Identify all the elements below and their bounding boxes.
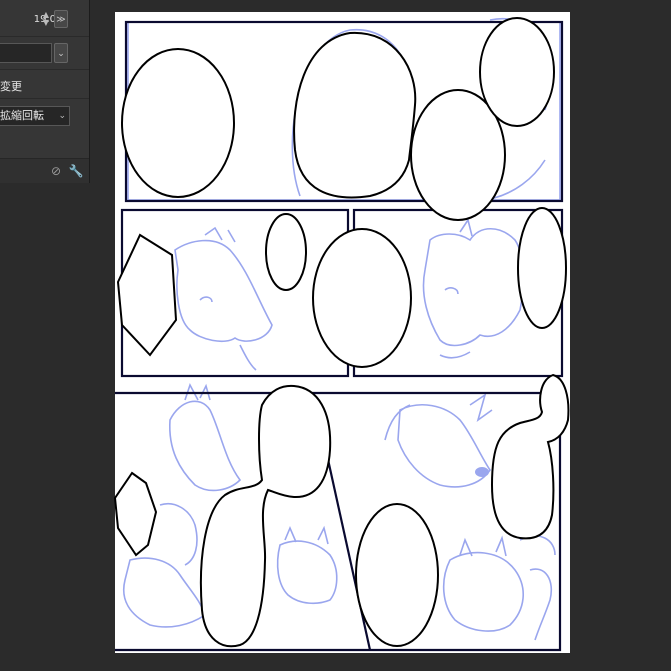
- speech-bubble: [490, 373, 570, 540]
- horse-nose-sketch: [475, 467, 489, 477]
- speech-bubble: [113, 471, 158, 557]
- speech-bubble: [121, 48, 235, 198]
- horse-sketch: [442, 551, 525, 632]
- canvas-artwork: [113, 17, 570, 652]
- sketch-bubble: [159, 503, 198, 566]
- speech-bubble: [355, 503, 439, 647]
- speech-bubble: [479, 17, 555, 127]
- speech-bubble: [293, 31, 417, 199]
- horse-sketch: [169, 400, 242, 492]
- horse-mane-sketch: [384, 404, 411, 441]
- horse-sketch: [276, 540, 338, 605]
- horse-sketch: [529, 568, 552, 641]
- horse-sketch: [174, 239, 273, 342]
- horse-sketch: [123, 557, 206, 628]
- horse-ear-sketch: [459, 218, 473, 237]
- speech-bubble: [265, 213, 307, 291]
- speech-bubble: [312, 228, 412, 368]
- speech-bubble: [517, 207, 567, 329]
- horse-eye-sketch: [444, 287, 459, 295]
- sketch-accents: [475, 467, 489, 477]
- speech-bubble: [199, 384, 332, 648]
- sketch-spark: [469, 393, 493, 422]
- horse-sketch: [422, 227, 525, 347]
- speech-bubble: [116, 233, 178, 357]
- horse-neck-sketch: [239, 344, 257, 371]
- panel-frame-bottom: [115, 391, 562, 652]
- horse-eye-sketch: [199, 296, 213, 303]
- horse-mouth-sketch: [439, 351, 471, 359]
